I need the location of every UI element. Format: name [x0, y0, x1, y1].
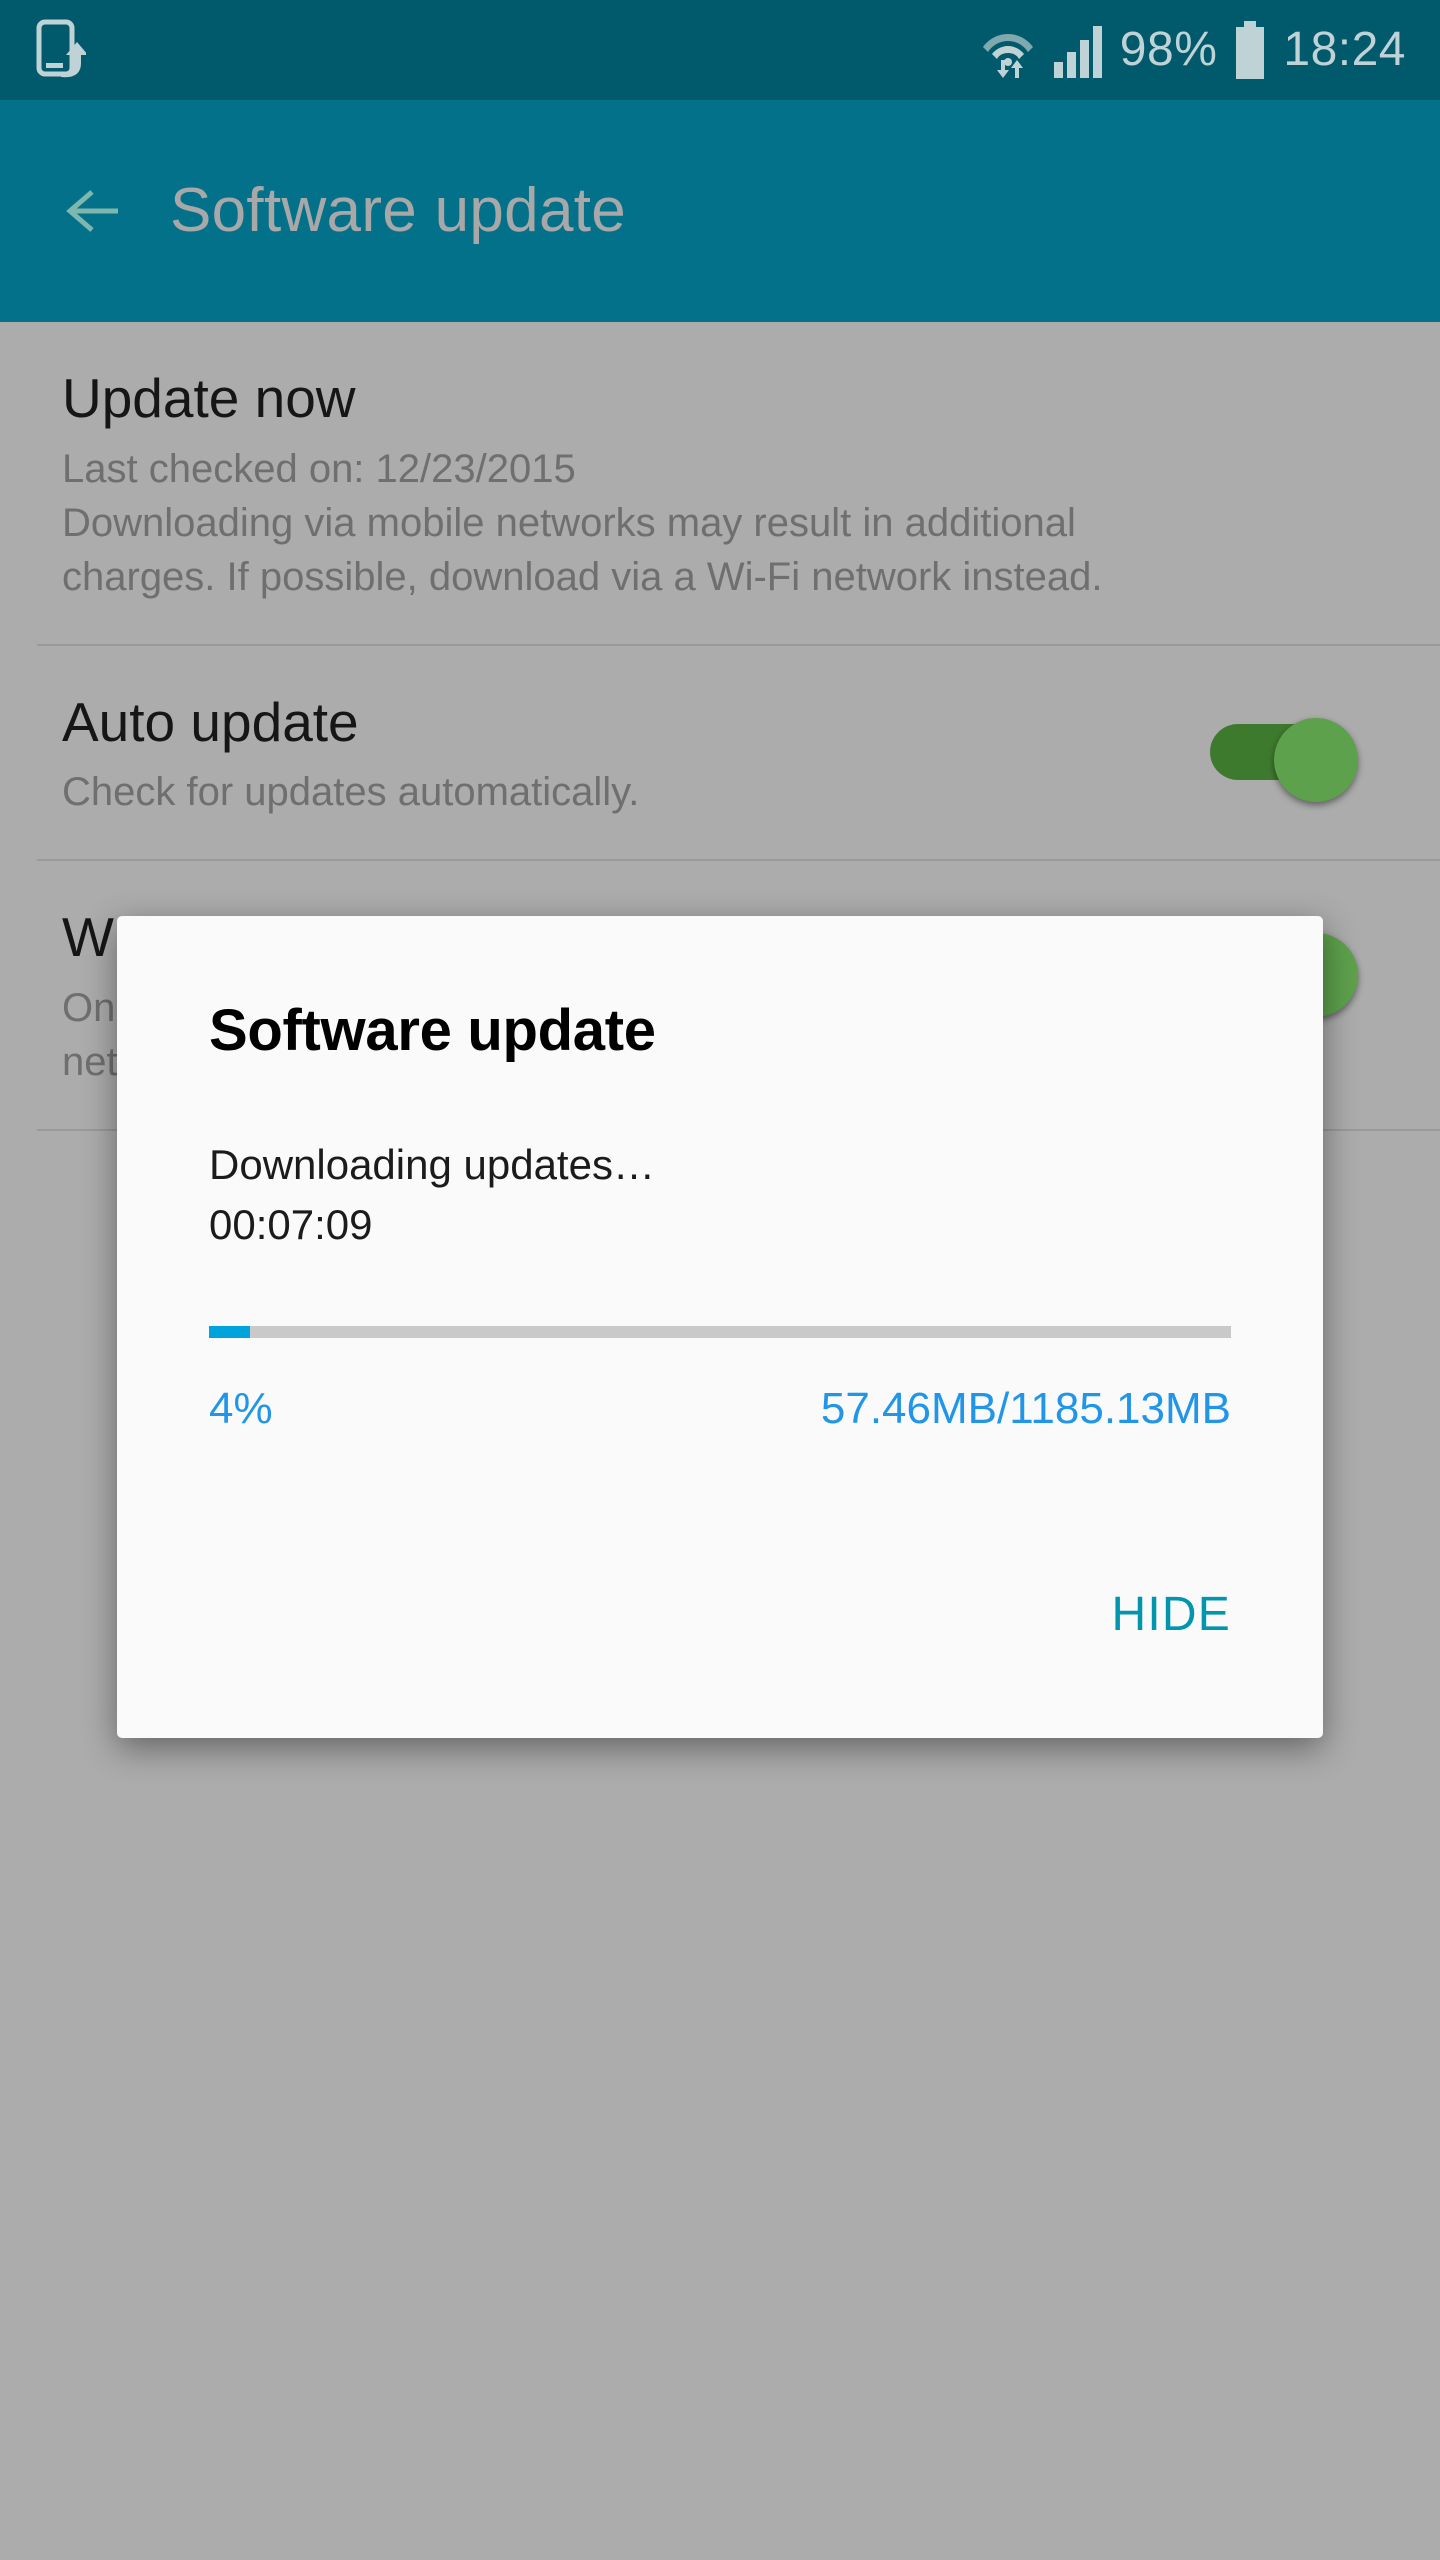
dialog-elapsed-timer: 00:07:09	[209, 1200, 373, 1248]
download-progress-fill	[209, 1325, 250, 1338]
dialog-message: Downloading updates…	[209, 1141, 655, 1188]
download-size-label: 57.46MB/1185.13MB	[820, 1383, 1231, 1433]
dialog-message-block: Downloading updates… 00:07:09	[209, 1138, 1231, 1252]
dialog-actions: HIDE	[1112, 1587, 1231, 1642]
software-update-dialog: Software update Downloading updates… 00:…	[117, 916, 1323, 1738]
dialog-title: Software update	[209, 998, 656, 1063]
progress-percent-label: 4%	[209, 1383, 273, 1433]
phone-screen: 98% 18:24 Software update Update now Las…	[0, 0, 1440, 2560]
download-stats: 4% 57.46MB/1185.13MB	[209, 1384, 1231, 1434]
hide-button[interactable]: HIDE	[1112, 1587, 1231, 1642]
download-progress-bar	[209, 1325, 1231, 1338]
